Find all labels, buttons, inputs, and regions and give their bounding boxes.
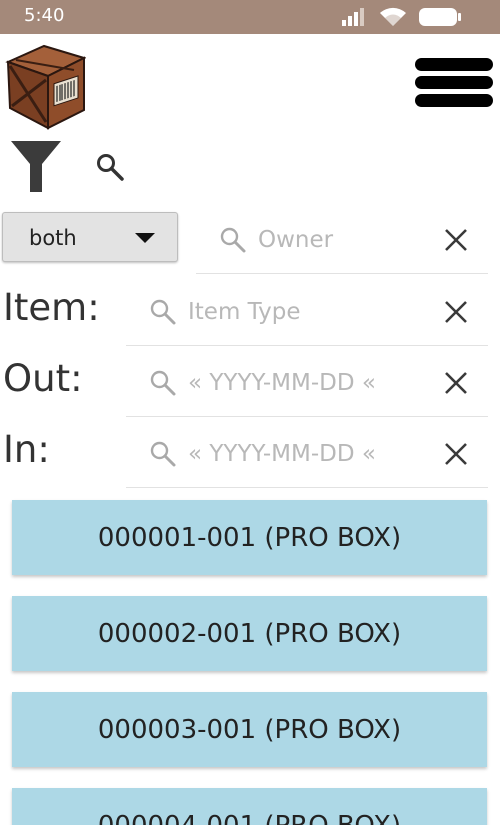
in-label: In: [3,428,50,471]
out-date-search-field [126,349,488,417]
clear-out-date-icon[interactable] [442,369,470,397]
result-item-button[interactable]: 000003-001 (PRO BOX) [12,692,487,767]
out-label: Out: [3,357,83,400]
item-type-input[interactable] [188,294,418,329]
cellular-signal-icon [342,8,364,26]
in-date-input[interactable] [188,436,418,471]
hamburger-menu-icon[interactable] [415,58,493,108]
owner-search-field [196,206,488,274]
clear-in-date-icon[interactable] [442,440,470,468]
search-icon [150,370,176,395]
item-type-search-field [126,278,488,346]
direction-select[interactable]: both [2,212,178,262]
item-label: Item: [3,286,100,329]
in-date-search-field [126,420,488,488]
out-date-input[interactable] [188,365,418,400]
search-icon [220,227,246,252]
clear-owner-icon[interactable] [442,226,470,254]
wifi-icon [380,7,406,26]
result-item-button[interactable]: 000001-001 (PRO BOX) [12,500,487,575]
direction-select-value: both [29,226,77,250]
filter-icon[interactable] [10,140,62,194]
result-item-button[interactable]: 000004-001 (PRO BOX) [12,788,487,825]
status-bar: 5:40 [0,0,500,34]
crate-logo-icon [5,44,86,130]
search-icon [150,441,176,466]
clear-item-type-icon[interactable] [442,298,470,326]
dropdown-arrow-icon [135,233,155,243]
status-time: 5:40 [24,5,65,26]
result-item-button[interactable]: 000002-001 (PRO BOX) [12,596,487,671]
status-icons [340,6,462,28]
search-icon [150,299,176,324]
battery-icon [419,8,461,26]
search-icon[interactable] [95,152,125,182]
